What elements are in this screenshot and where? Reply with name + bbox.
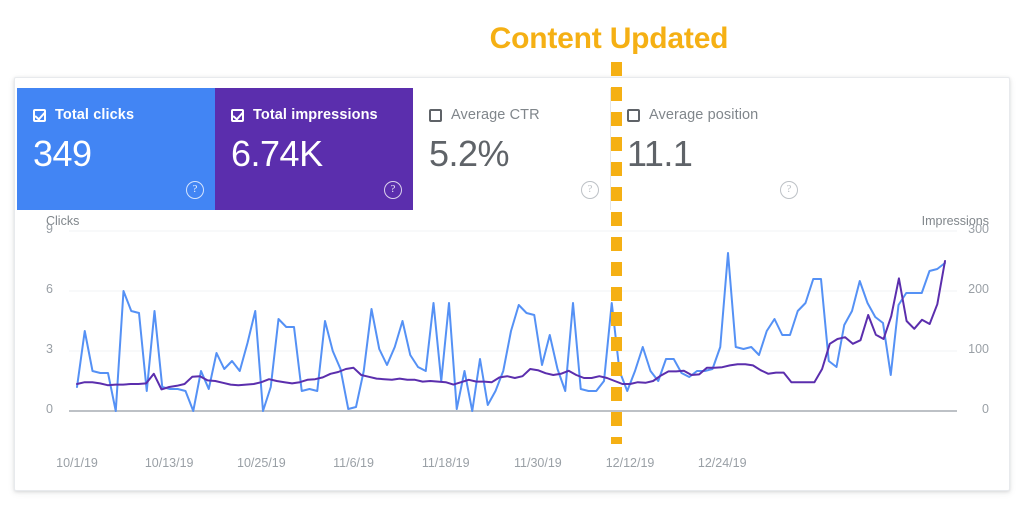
- series-line-impressions: [76, 260, 946, 391]
- help-icon[interactable]: ?: [581, 181, 599, 199]
- right-axis-tick: 100: [968, 342, 989, 356]
- average-ctr-value: 5.2%: [429, 133, 510, 174]
- total-clicks-checkbox[interactable]: [33, 108, 46, 122]
- right-axis-tick: 200: [968, 282, 989, 296]
- x-axis-tick: 10/1/19: [56, 456, 98, 470]
- total-impressions-value: 6.74K: [231, 133, 323, 174]
- total-clicks-value: 349: [33, 133, 92, 174]
- series-line-clicks: [76, 252, 946, 412]
- search-console-performance-screenshot: Content Updated Total clicks 349 ? Total…: [0, 0, 1024, 512]
- metric-card-total-impressions[interactable]: Total impressions 6.74K ?: [215, 88, 413, 210]
- metric-card-average-position[interactable]: Average position 11.1 ?: [611, 88, 809, 210]
- metric-card-total-clicks[interactable]: Total clicks 349 ?: [17, 88, 215, 210]
- average-ctr-checkbox[interactable]: [429, 108, 442, 122]
- x-axis-tick: 12/24/19: [697, 456, 747, 470]
- performance-panel: Total clicks 349 ? Total impressions 6.7…: [14, 77, 1010, 491]
- metric-cards-row: Total clicks 349 ? Total impressions 6.7…: [17, 88, 809, 210]
- x-axis-tick: 12/12/19: [605, 456, 655, 470]
- checkmark-icon: [34, 108, 46, 121]
- metric-card-header: Total impressions: [231, 106, 397, 124]
- right-axis-tick: 300: [968, 222, 989, 236]
- average-position-value: 11.1: [627, 133, 693, 174]
- help-icon[interactable]: ?: [780, 181, 798, 199]
- left-axis-tick: 3: [46, 342, 53, 356]
- chart-series-layer: [76, 252, 946, 412]
- total-clicks-label: Total clicks: [55, 107, 135, 123]
- left-axis-tick: 9: [46, 222, 53, 236]
- performance-chart[interactable]: Clicks Impressions 0369 0 100 200 300 10/1/…: [15, 211, 1009, 491]
- chart-plot-svg: [69, 230, 957, 412]
- metric-card-header: Average CTR: [429, 106, 594, 124]
- total-impressions-checkbox[interactable]: [231, 108, 244, 122]
- x-axis-tick: 11/18/19: [421, 456, 470, 470]
- metric-card-average-ctr[interactable]: Average CTR 5.2% ?: [413, 88, 611, 210]
- x-axis-tick: 11/30/19: [514, 456, 562, 470]
- left-axis-tick: 0: [46, 402, 53, 416]
- help-icon[interactable]: ?: [186, 181, 204, 199]
- average-position-label: Average position: [649, 107, 759, 123]
- x-axis-tick: 10/13/19: [144, 456, 194, 470]
- total-impressions-label: Total impressions: [253, 107, 378, 123]
- x-axis-tick: 10/25/19: [237, 456, 286, 470]
- help-icon[interactable]: ?: [384, 181, 402, 199]
- left-axis-tick: 6: [46, 282, 53, 296]
- checkmark-icon: [232, 108, 244, 121]
- average-ctr-label: Average CTR: [451, 107, 540, 123]
- metric-card-header: Average position: [627, 106, 793, 124]
- average-position-checkbox[interactable]: [627, 108, 640, 122]
- right-axis-tick: 0: [982, 402, 989, 416]
- content-updated-annotation-label: Content Updated: [489, 22, 729, 55]
- x-axis-tick: 11/6/19: [333, 456, 374, 470]
- metric-card-header: Total clicks: [33, 106, 199, 124]
